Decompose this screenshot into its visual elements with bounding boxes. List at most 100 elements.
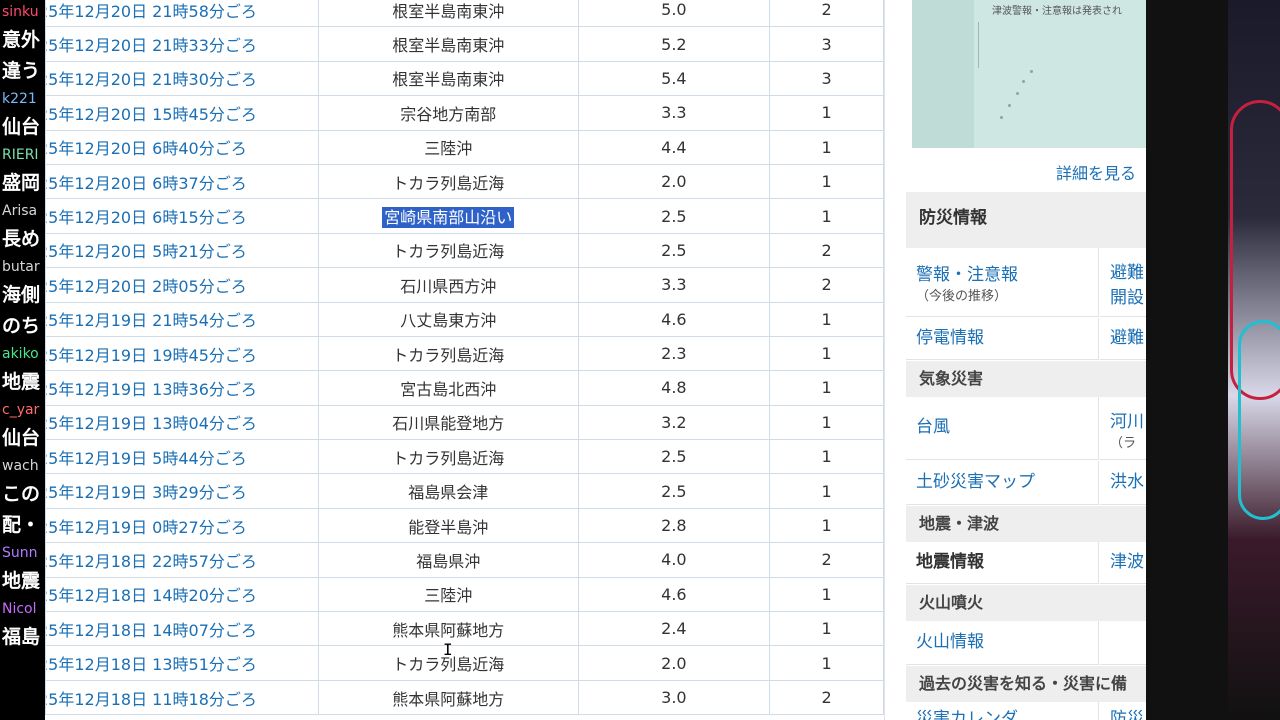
- landslide-label: 土砂災害マップ: [916, 472, 1035, 492]
- river-link[interactable]: 河川 （ラ: [1100, 397, 1146, 460]
- quake-time-link[interactable]: 25年12月18日 14時20分ごろ: [46, 586, 256, 605]
- quake-magnitude: 2.5: [577, 198, 771, 234]
- earthquake-row[interactable]: 25年12月20日 21時30分ごろ 根室半島南東沖 5.4 3: [45, 60, 884, 97]
- earthquake-row[interactable]: 25年12月18日 14時20分ごろ 三陸沖 4.6 1: [45, 576, 884, 613]
- warnings-label: 警報・注意報: [916, 265, 1018, 285]
- quake-time-cell[interactable]: 25年12月19日 13時36分ごろ: [45, 370, 319, 406]
- chat-username: c_yar: [2, 402, 40, 418]
- quake-time-link[interactable]: 25年12月19日 19時45分ごろ: [46, 346, 256, 365]
- disaster-info-title: 防災情報: [906, 192, 1146, 248]
- quake-place-selected: 宮崎県南部山沿い: [382, 207, 515, 229]
- quake-time-link[interactable]: 25年12月20日 21時30分ごろ: [46, 70, 256, 89]
- quake-time-link[interactable]: 25年12月20日 6時40分ごろ: [46, 139, 246, 158]
- river-sublabel: （ラ: [1110, 436, 1137, 451]
- quake-time-link[interactable]: 25年12月20日 5時21分ごろ: [46, 242, 246, 261]
- warnings-link[interactable]: 警報・注意報 （今後の推移）: [906, 248, 1099, 317]
- quake-place: 根室半島南東沖: [392, 70, 505, 90]
- quake-place: 福島県沖: [416, 551, 481, 571]
- chat-username: RIERI: [2, 147, 39, 163]
- quake-place-cell: 福島県会津: [317, 473, 579, 509]
- quake-place-cell: 石川県能登地方: [317, 404, 579, 441]
- quake-time-cell[interactable]: 25年12月18日 14時20分ごろ: [45, 576, 319, 613]
- quake-time-cell[interactable]: 25年12月18日 11時18分ごろ: [45, 679, 319, 716]
- chat-text: 仙台: [2, 116, 41, 138]
- flood-link[interactable]: 洪水: [1100, 461, 1146, 505]
- quake-time-link[interactable]: 25年12月18日 14時07分ごろ: [46, 621, 256, 640]
- earthquake-row[interactable]: 25年12月20日 15時45分ごろ 宗谷地方南部 3.3 1: [45, 95, 884, 131]
- earthquake-row[interactable]: 25年12月19日 5時44分ごろ トカラ列島近海 2.5 1: [45, 439, 884, 475]
- earthquake-row[interactable]: 25年12月20日 5時21分ごろ トカラ列島近海 2.5 2: [45, 232, 884, 269]
- quake-time-link[interactable]: 25年12月19日 21時54分ごろ: [46, 311, 256, 330]
- quake-time-link[interactable]: 25年12月19日 5時44分ごろ: [46, 449, 246, 468]
- outage-link[interactable]: 停電情報: [906, 318, 1099, 360]
- earthquake-tsunami-section: 地震・津波: [906, 506, 1146, 542]
- earthquake-row[interactable]: 25年12月20日 6時15分ごろ 宮崎県南部山沿い 2.5 1: [45, 198, 884, 234]
- evacuation-label: 避難: [1110, 263, 1144, 283]
- earthquake-row[interactable]: 25年12月20日 6時40分ごろ 三陸沖 4.4 1: [45, 129, 884, 165]
- earthquake-row[interactable]: 25年12月18日 14時07分ごろ 熊本県阿蘇地方 2.4 1: [45, 611, 884, 647]
- quake-time-link[interactable]: 25年12月20日 21時58分ごろ: [46, 2, 256, 21]
- earthquake-row[interactable]: 25年12月20日 2時05分ごろ 石川県西方沖 3.3 2: [45, 267, 884, 303]
- evacuation-sublabel: 開設: [1110, 288, 1144, 308]
- quake-time-link[interactable]: 25年12月20日 21時33分ごろ: [46, 36, 256, 55]
- evacuation-link[interactable]: 避難: [1100, 318, 1146, 360]
- quake-time-cell[interactable]: 25年12月19日 13時04分ごろ: [45, 404, 319, 441]
- earthquake-row[interactable]: 25年12月19日 13時04分ごろ 石川県能登地方 3.2 1: [45, 404, 884, 441]
- quake-time-cell[interactable]: 25年12月20日 5時21分ごろ: [45, 232, 319, 269]
- quake-time-cell[interactable]: 25年12月18日 14時07分ごろ: [45, 611, 319, 647]
- quake-intensity: 1: [769, 576, 884, 613]
- earthquake-row[interactable]: 25年12月19日 13時36分ごろ 宮古島北西沖 4.8 1: [45, 370, 884, 406]
- earthquake-row[interactable]: 25年12月19日 21時54分ごろ 八丈島東方沖 4.6 1: [45, 301, 884, 337]
- earthquake-row[interactable]: 25年12月20日 6時37分ごろ トカラ列島近海 2.0 1: [45, 163, 884, 200]
- earthquake-row[interactable]: 25年12月18日 13時51分ごろ トカラ列島近海 2.0 1: [45, 645, 884, 681]
- quake-time-link[interactable]: 25年12月19日 13時04分ごろ: [46, 414, 256, 433]
- quake-time-link[interactable]: 25年12月20日 2時05分ごろ: [46, 277, 246, 296]
- quake-time-link[interactable]: 25年12月18日 22時57分ごろ: [46, 552, 256, 571]
- quake-time-cell[interactable]: 25年12月19日 19時45分ごろ: [45, 335, 319, 372]
- quake-time-cell[interactable]: 25年12月19日 3時29分ごろ: [45, 473, 319, 509]
- quake-time-cell[interactable]: 25年12月20日 15時45分ごろ: [45, 95, 319, 131]
- quake-time-cell[interactable]: 25年12月20日 21時30分ごろ: [45, 60, 319, 97]
- quake-time-cell[interactable]: 25年12月20日 21時33分ごろ: [45, 26, 319, 62]
- quake-time-cell[interactable]: 25年12月18日 13時51分ごろ: [45, 645, 319, 681]
- evacuation-open-link[interactable]: 避難 開設: [1100, 248, 1146, 317]
- quake-place: 宗谷地方南部: [400, 104, 497, 124]
- disaster-calendar-link[interactable]: 災害カレンダ: [906, 702, 1099, 720]
- landslide-map-link[interactable]: 土砂災害マップ: [906, 461, 1099, 505]
- quake-time-cell[interactable]: 25年12月20日 6時15分ごろ: [45, 198, 319, 234]
- earthquake-row[interactable]: 25年12月19日 3時29分ごろ 福島県会津 2.5 1: [45, 473, 884, 509]
- tsunami-map[interactable]: 津波警報・注意報は発表され: [912, 0, 1146, 148]
- quake-time-link[interactable]: 25年12月19日 0時27分ごろ: [46, 518, 246, 537]
- quake-time-cell[interactable]: 25年12月19日 5時44分ごろ: [45, 439, 319, 475]
- volcano-info-link[interactable]: 火山情報: [906, 621, 1099, 665]
- earthquake-row[interactable]: 25年12月19日 19時45分ごろ トカラ列島近海 2.3 1: [45, 335, 884, 372]
- quake-time-cell[interactable]: 25年12月20日 2時05分ごろ: [45, 267, 319, 303]
- chat-text: 長め: [2, 228, 41, 250]
- more-details-link[interactable]: 詳細を見る: [1056, 160, 1136, 184]
- prevention-link[interactable]: 防災: [1100, 702, 1146, 720]
- quake-place-cell: 根室半島南東沖: [317, 26, 579, 62]
- prevention-label: 防災: [1110, 709, 1144, 720]
- quake-time-link[interactable]: 25年12月20日 6時37分ごろ: [46, 174, 246, 193]
- quake-time-cell[interactable]: 25年12月20日 6時37分ごろ: [45, 163, 319, 200]
- quake-time-link[interactable]: 25年12月20日 6時15分ごろ: [46, 208, 246, 227]
- quake-time-link[interactable]: 25年12月18日 13時51分ごろ: [46, 655, 256, 674]
- quake-time-cell[interactable]: 25年12月18日 22時57分ごろ: [45, 542, 319, 578]
- quake-time-link[interactable]: 25年12月19日 13時36分ごろ: [46, 380, 256, 399]
- quake-time-cell[interactable]: 25年12月20日 21時58分ごろ: [45, 0, 319, 28]
- earthquake-row[interactable]: 25年12月20日 21時33分ごろ 根室半島南東沖 5.2 3: [45, 26, 884, 62]
- earthquake-row[interactable]: 25年12月20日 21時58分ごろ 根室半島南東沖 5.0 2: [45, 0, 884, 28]
- earthquake-row[interactable]: 25年12月19日 0時27分ごろ 能登半島沖 2.8 1: [45, 507, 884, 544]
- tsunami-link[interactable]: 津波: [1100, 542, 1146, 584]
- quake-place-cell: 根室半島南東沖: [317, 0, 579, 28]
- earthquake-row[interactable]: 25年12月18日 22時57分ごろ 福島県沖 4.0 2: [45, 542, 884, 578]
- quake-time-cell[interactable]: 25年12月20日 6時40分ごろ: [45, 129, 319, 165]
- earthquake-list-panel: 25年12月20日 21時58分ごろ 根室半島南東沖 5.0 2 25年12月20日 2…: [45, 0, 884, 720]
- quake-time-link[interactable]: 25年12月19日 3時29分ごろ: [46, 483, 246, 502]
- typhoon-link[interactable]: 台風: [906, 397, 1099, 460]
- quake-time-cell[interactable]: 25年12月19日 0時27分ごろ: [45, 507, 319, 544]
- earthquake-row[interactable]: 25年12月18日 11時18分ごろ 熊本県阿蘇地方 3.0 2: [45, 679, 884, 716]
- quake-time-link[interactable]: 25年12月20日 15時45分ごろ: [46, 105, 256, 124]
- quake-time-link[interactable]: 25年12月18日 11時18分ごろ: [46, 690, 256, 709]
- quake-time-cell[interactable]: 25年12月19日 21時54分ごろ: [45, 301, 319, 337]
